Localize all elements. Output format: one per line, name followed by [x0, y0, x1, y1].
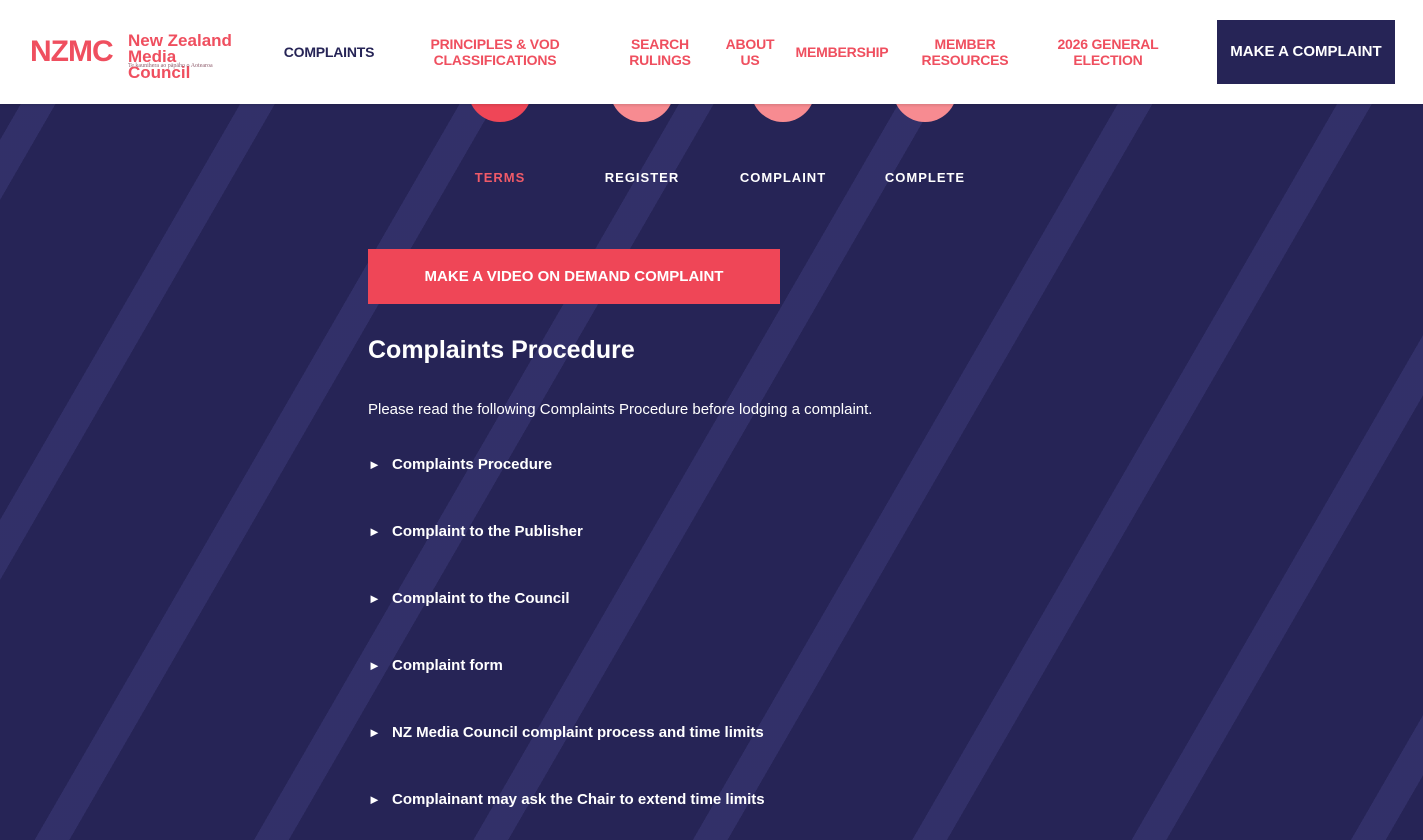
expand-arrow-icon: ► — [368, 590, 381, 606]
accordion-label: NZ Media Council complaint process and t… — [392, 723, 764, 741]
step-register-label: REGISTER — [604, 170, 680, 185]
expand-arrow-icon: ► — [368, 523, 381, 539]
step-complete-label: COMPLETE — [884, 170, 966, 185]
accordion-complaint-publisher[interactable]: ► Complaint to the Publisher — [368, 519, 583, 543]
intro-text: Please read the following Complaints Pro… — [368, 401, 873, 418]
step-terms-label: TERMS — [474, 170, 526, 185]
nav-principles-vod[interactable]: PRINCIPLES & VOD CLASSIFICATIONS — [418, 0, 572, 104]
accordion-complaint-form[interactable]: ► Complaint form — [368, 653, 503, 677]
nav-search-rulings[interactable]: SEARCH RULINGS — [620, 0, 700, 104]
nzmc-logo[interactable]: NZMC New Zealand Media Council Te kaunih… — [30, 32, 236, 81]
nav-general-election[interactable]: 2026 GENERAL ELECTION — [1048, 0, 1168, 104]
nav-complaints[interactable]: COMPLAINTS — [278, 0, 380, 104]
accordion-complaints-procedure[interactable]: ► Complaints Procedure — [368, 452, 552, 476]
logo-tagline: Te kaunihera ao pāpāho o Aotearoa — [128, 63, 213, 69]
make-complaint-button[interactable]: MAKE A COMPLAINT — [1217, 20, 1395, 84]
expand-arrow-icon: ► — [368, 657, 381, 673]
accordion-label: Complaint to the Council — [392, 589, 570, 607]
expand-arrow-icon: ► — [368, 791, 381, 807]
logo-mark: NZMC — [30, 35, 114, 68]
page-title: Complaints Procedure — [368, 336, 635, 364]
accordion-label: Complaints Procedure — [392, 455, 553, 473]
accordion-label: Complaint form — [392, 656, 503, 674]
nav-about-us[interactable]: ABOUT US — [720, 0, 780, 104]
accordion-label: Complaint to the Publisher — [392, 522, 583, 540]
accordion-extend-time-limits[interactable]: ► Complainant may ask the Chair to exten… — [368, 787, 765, 811]
expand-arrow-icon: ► — [368, 456, 381, 472]
step-complaint-label: COMPLAINT — [739, 170, 827, 185]
accordion-label: Complainant may ask the Chair to extend … — [392, 790, 765, 808]
accordion-process-time-limits[interactable]: ► NZ Media Council complaint process and… — [368, 720, 764, 744]
logo-name: New Zealand Media Council — [128, 32, 236, 81]
expand-arrow-icon: ► — [368, 724, 381, 740]
nav-membership[interactable]: MEMBERSHIP — [790, 0, 894, 104]
vod-complaint-button[interactable]: MAKE A VIDEO ON DEMAND COMPLAINT — [368, 249, 780, 304]
nav-member-resources[interactable]: MEMBER RESOURCES — [910, 0, 1020, 104]
site-header: NZMC New Zealand Media Council Te kaunih… — [0, 0, 1423, 104]
accordion-complaint-council[interactable]: ► Complaint to the Council — [368, 586, 570, 610]
